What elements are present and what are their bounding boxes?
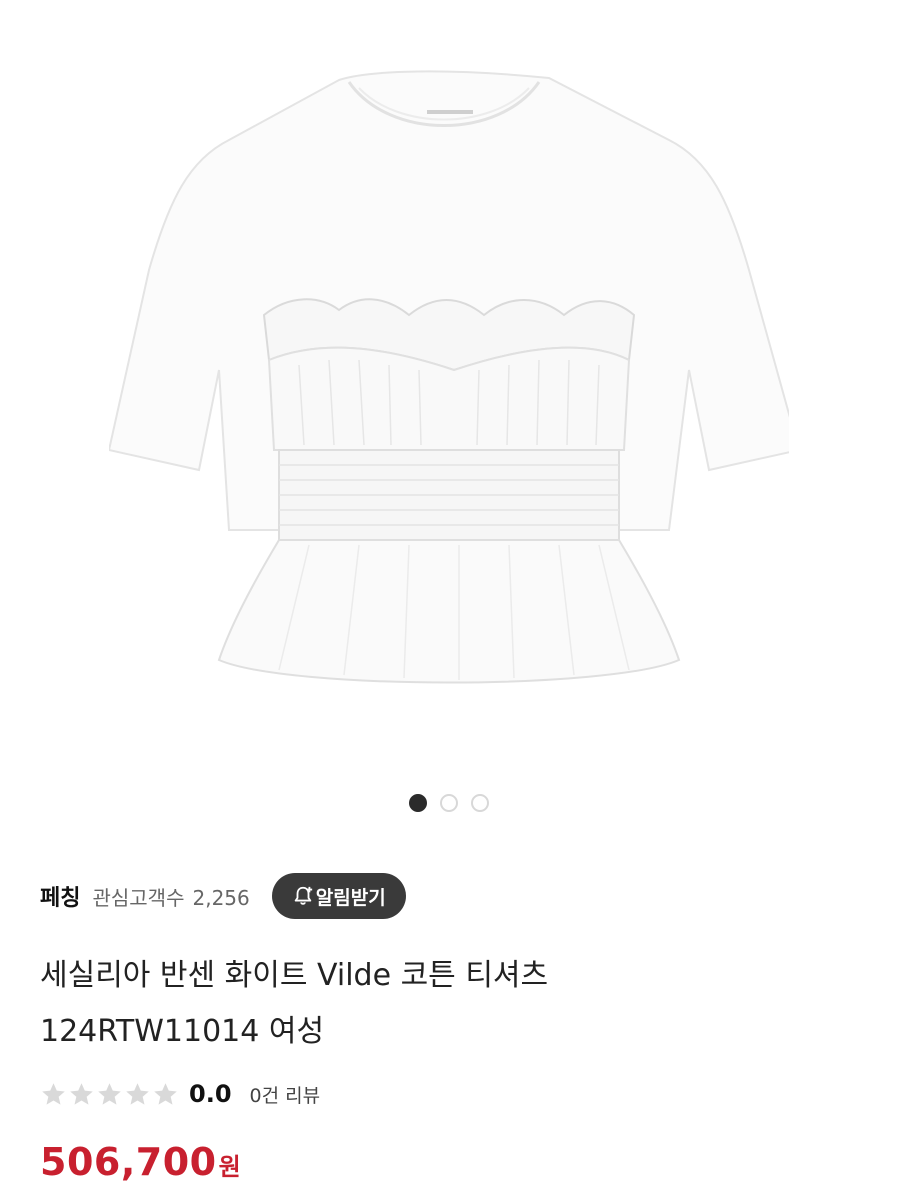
product-title-line-1: 세실리아 반센 화이트 Vilde 코튼 티셔츠 (40, 958, 549, 993)
rating-value: 0.0 (189, 1080, 232, 1108)
watchers-label: 관심고객수 (92, 885, 185, 910)
alert-subscribe-button[interactable]: 알림받기 (271, 873, 406, 919)
star-icon (42, 1082, 65, 1105)
price-value: 506,700 (40, 1140, 217, 1184)
pagination-dot-1[interactable] (408, 794, 427, 812)
image-pagination-dots[interactable] (0, 794, 897, 812)
price-row: 506,700 원 (40, 1140, 241, 1184)
star-icon (126, 1082, 149, 1105)
brand-name[interactable]: 페칭 (40, 880, 80, 912)
product-title-line-2: 124RTW11014 여성 (40, 1014, 325, 1049)
watchers-count: 2,256 (192, 885, 250, 910)
pagination-dot-3[interactable] (470, 794, 489, 812)
bell-plus-icon (294, 886, 312, 905)
star-icon (98, 1082, 121, 1105)
watchers-info: 관심고객수 2,256 (92, 882, 249, 911)
rating-stars (40, 1081, 179, 1108)
alert-button-label: 알림받기 (315, 886, 386, 909)
pagination-dot-2[interactable] (439, 794, 458, 812)
product-image-area[interactable] (0, 0, 897, 760)
product-title: 세실리아 반센 화이트 Vilde 코튼 티셔츠 124RTW11014 여성 (40, 948, 840, 1060)
star-icon (70, 1082, 93, 1105)
rating-row[interactable]: 0.0 0건 리뷰 (40, 1076, 320, 1112)
price-currency: 원 (218, 1153, 241, 1181)
review-count-link[interactable]: 0건 리뷰 (250, 1081, 321, 1108)
brand-row: 페칭 관심고객수 2,256 알림받기 (40, 872, 406, 920)
star-icon (154, 1082, 177, 1105)
product-image[interactable] (108, 70, 789, 710)
